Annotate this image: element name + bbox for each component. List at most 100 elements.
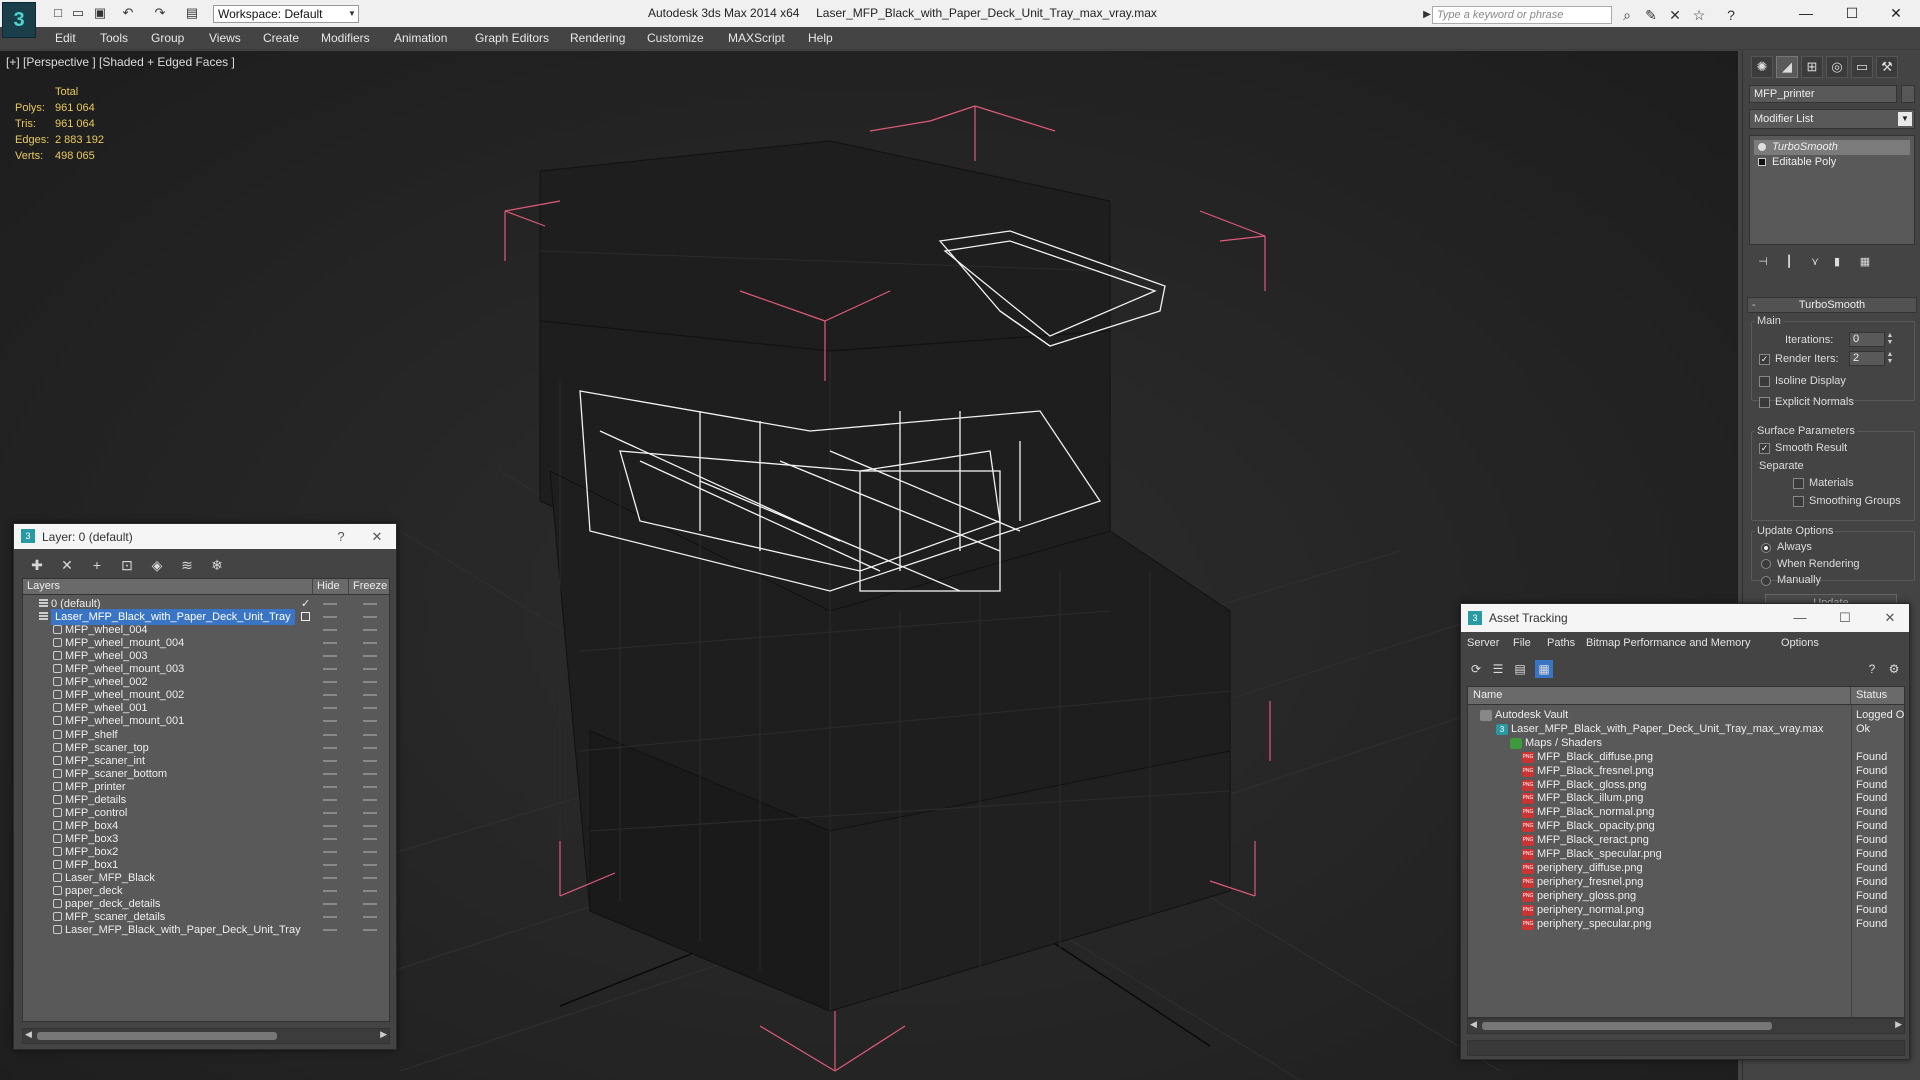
hide-toggle[interactable]	[323, 772, 337, 775]
materials-checkbox[interactable]	[1793, 478, 1804, 489]
help-icon[interactable]: ?	[1722, 6, 1740, 24]
layer-window-titlebar[interactable]: 3 Layer: 0 (default) ? ✕	[14, 524, 396, 549]
spinner-arrows-icon[interactable]: ▲ ▼	[1886, 332, 1894, 347]
hide-toggle[interactable]	[323, 668, 337, 671]
freeze-toggle[interactable]	[363, 707, 377, 710]
modifier-list-dropdown[interactable]: Modifier List ▼	[1749, 109, 1915, 129]
explicit-normals-checkbox[interactable]	[1759, 397, 1770, 408]
hide-toggle[interactable]	[323, 707, 337, 710]
always-radio[interactable]	[1761, 543, 1771, 553]
freeze-toggle[interactable]	[363, 746, 377, 749]
stack-item-turbosmooth[interactable]: TurboSmooth	[1754, 140, 1910, 155]
isoline-display-checkbox[interactable]	[1759, 376, 1770, 387]
binoculars-icon[interactable]: ⌕	[1618, 6, 1636, 24]
viewport-label[interactable]: [+] [Perspective ] [Shaded + Edged Faces…	[6, 55, 235, 69]
hide-toggle[interactable]	[323, 733, 337, 736]
hide-toggle[interactable]	[323, 616, 337, 619]
detail-view-icon[interactable]: ▤	[1511, 660, 1529, 678]
search-input[interactable]: Type a keyword or phrase	[1432, 6, 1612, 24]
hide-toggle[interactable]	[323, 720, 337, 723]
menu-customize[interactable]: Customize	[647, 31, 704, 45]
freeze-toggle[interactable]	[363, 720, 377, 723]
hide-toggle[interactable]	[323, 929, 337, 932]
freeze-toggle[interactable]	[363, 733, 377, 736]
hide-toggle[interactable]	[323, 824, 337, 827]
hide-toggle[interactable]	[323, 642, 337, 645]
hide-toggle[interactable]	[323, 785, 337, 788]
smooth-result-checkbox[interactable]: ✓	[1759, 443, 1770, 454]
spinner-arrows-icon[interactable]: ▲ ▼	[1886, 351, 1894, 366]
minimize-icon[interactable]: —	[1791, 609, 1809, 627]
menu-file[interactable]: File	[1513, 637, 1531, 649]
open-file-icon[interactable]: ▭	[70, 5, 86, 21]
communication-icon[interactable]: ✕	[1666, 6, 1684, 24]
menu-paths[interactable]: Paths	[1547, 637, 1575, 649]
object-name-field[interactable]: MFP_printer	[1749, 85, 1897, 103]
hide-toggle[interactable]	[323, 890, 337, 893]
pin-stack-icon[interactable]: ⊣	[1753, 253, 1773, 271]
select-objects-icon[interactable]: ⊡	[117, 555, 137, 575]
redo-icon[interactable]: ↷	[152, 5, 168, 21]
vault-icon[interactable]: ⚙	[1885, 660, 1903, 678]
asset-path-field[interactable]	[1467, 1040, 1905, 1056]
create-tab-icon[interactable]: ✺	[1751, 56, 1773, 78]
status-column-header[interactable]: Status	[1851, 687, 1904, 705]
freeze-column-header[interactable]: Freeze	[349, 579, 389, 595]
hide-column-header[interactable]: Hide	[313, 579, 349, 595]
menu-maxscript[interactable]: MAXScript	[728, 31, 785, 45]
freeze-toggle[interactable]	[363, 694, 377, 697]
horizontal-scrollbar[interactable]: ◀ ▶	[1467, 1018, 1905, 1034]
help-icon[interactable]: ?	[1863, 660, 1881, 678]
when-rendering-radio[interactable]	[1761, 559, 1771, 569]
smoothing-groups-checkbox[interactable]	[1793, 496, 1804, 507]
freeze-toggle[interactable]	[363, 877, 377, 880]
hide-toggle[interactable]	[323, 655, 337, 658]
freeze-toggle[interactable]	[363, 759, 377, 762]
close-button[interactable]: ✕	[1874, 2, 1918, 24]
list-view-icon[interactable]: ☰	[1489, 660, 1507, 678]
chevron-down-icon[interactable]: ▼	[345, 5, 359, 23]
menu-bitmap-performance[interactable]: Bitmap Performance and Memory	[1586, 637, 1750, 649]
menu-help[interactable]: Help	[808, 31, 833, 45]
expand-box-icon[interactable]	[1758, 158, 1766, 166]
hide-toggle[interactable]	[323, 837, 337, 840]
freeze-toggle[interactable]	[363, 837, 377, 840]
undo-icon[interactable]: ↶	[120, 5, 136, 21]
active-layer-box-icon[interactable]	[301, 612, 310, 622]
layers-column-header[interactable]: Layers	[23, 579, 313, 595]
menu-graph-editors[interactable]: Graph Editors	[475, 31, 549, 45]
new-layer-icon[interactable]: ✚	[27, 555, 47, 575]
name-column-header[interactable]: Name	[1468, 687, 1851, 705]
freeze-toggle[interactable]	[363, 824, 377, 827]
modify-tab-icon[interactable]: ◢	[1776, 56, 1798, 78]
freeze-toggle[interactable]	[363, 890, 377, 893]
hide-toggle[interactable]	[323, 877, 337, 880]
freeze-toggle[interactable]	[363, 785, 377, 788]
freeze-toggle[interactable]	[363, 772, 377, 775]
hide-toggle[interactable]	[323, 603, 337, 605]
hide-toggle[interactable]	[323, 811, 337, 814]
new-file-icon[interactable]: □	[50, 5, 66, 21]
render-iters-checkbox[interactable]: ✓	[1759, 354, 1770, 365]
freeze-toggle[interactable]	[363, 655, 377, 658]
hide-toggle[interactable]	[323, 798, 337, 801]
menu-server[interactable]: Server	[1467, 637, 1499, 649]
scroll-right-icon[interactable]: ▶	[1895, 1019, 1902, 1030]
horizontal-scrollbar[interactable]: ◀ ▶	[22, 1028, 390, 1044]
hide-toggle[interactable]	[323, 916, 337, 919]
favorites-star-icon[interactable]: ☆	[1690, 6, 1708, 24]
save-file-icon[interactable]: ▣	[92, 5, 108, 21]
maximize-icon[interactable]: ☐	[1836, 609, 1854, 627]
maximize-button[interactable]: ☐	[1830, 2, 1874, 24]
freeze-toggle[interactable]	[363, 850, 377, 853]
project-folder-icon[interactable]: ▤	[184, 5, 200, 21]
freeze-toggle[interactable]	[363, 616, 377, 619]
freeze-toggle[interactable]	[363, 903, 377, 906]
menu-group[interactable]: Group	[151, 31, 184, 45]
delete-layer-icon[interactable]: ✕	[57, 555, 77, 575]
highlight-layer-icon[interactable]: ◈	[147, 555, 167, 575]
motion-tab-icon[interactable]: ◎	[1826, 56, 1848, 78]
show-end-result-icon[interactable]: ┃	[1779, 253, 1799, 271]
menu-edit[interactable]: Edit	[55, 31, 76, 45]
freeze-all-icon[interactable]: ❄	[207, 555, 227, 575]
